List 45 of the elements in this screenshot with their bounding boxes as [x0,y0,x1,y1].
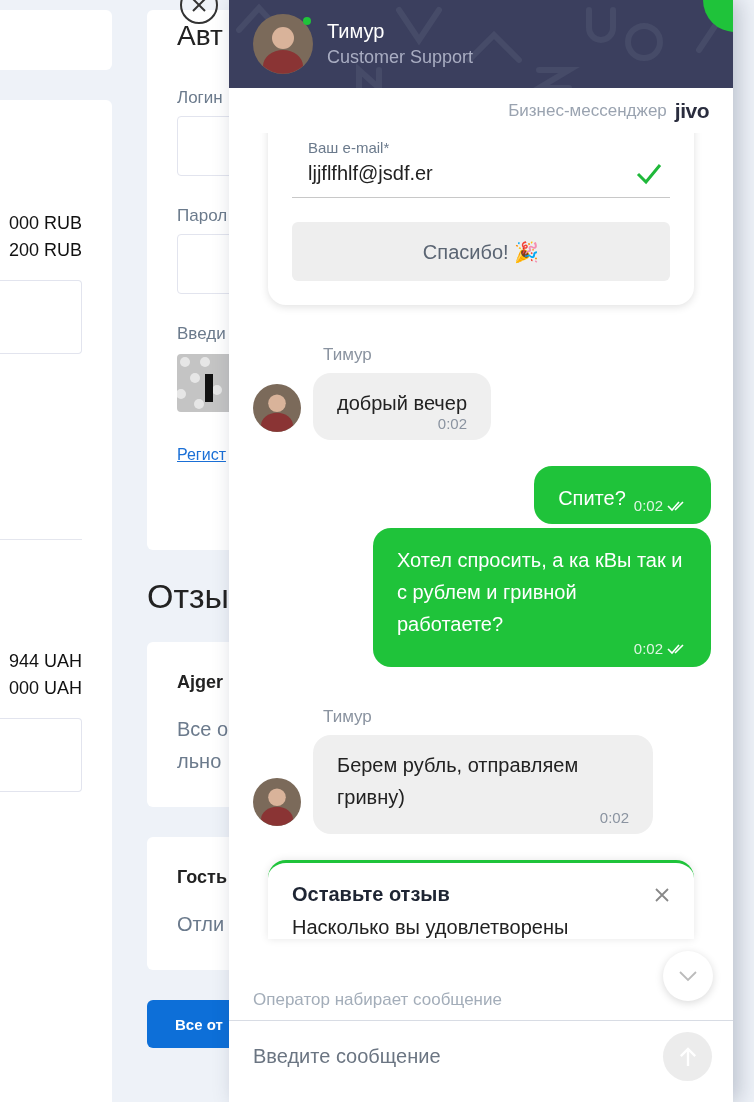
card-title: Авт [177,19,223,53]
email-field[interactable]: Ваш e-mail* ljjflfhlf@jsdf.er [292,139,670,198]
field-label: Введи [177,324,226,344]
review-title: Оставьте отзыв [292,883,450,906]
amount-text: 000 RUB [8,212,82,235]
review-text: Отли [177,912,226,937]
message-time: 0:02 [437,415,467,432]
logo[interactable]: jivo [674,98,709,123]
operator-name: Тимур [327,20,386,43]
field-label: Парол [177,206,228,226]
corner-decoration [703,0,733,34]
all-reviews-button[interactable]: Все от [147,1000,229,1048]
amount-text: 944 UAH [8,650,82,673]
chevron-down-icon [678,970,698,982]
input-field[interactable] [0,280,82,354]
review-author: Ajger [177,672,224,693]
author-name: Тимур [323,707,373,727]
close-icon[interactable] [654,886,670,903]
section-title: Отзы [147,576,229,616]
message-text: Берем рубль, отправляем гривну) [337,753,580,810]
scroll-down-button[interactable] [663,951,713,1001]
avatar [253,14,313,74]
message-text: добрый вечер [337,391,467,416]
input-field[interactable] [0,718,82,792]
avatar [253,384,301,432]
message-text: Хотел спросить, а ка кВы так и с рублем и гривной работаете? [397,548,684,637]
author-name: Тимур [323,345,373,365]
avatar [253,778,301,826]
branding-text: Бизнес-мессенджер [508,100,667,121]
thanks-button[interactable]: Спасибо! 🎉 [292,222,670,281]
typing-status: Оператор набирает сообщение [229,978,733,1021]
field-label: Логин [177,88,223,108]
message-input[interactable]: Введите сообщение [253,1045,653,1068]
message-time: 0:02 [633,497,663,514]
review-question: Насколько вы удовлетворены [292,916,570,939]
review-author: Гость [177,867,228,888]
amount-text: 200 RUB [8,239,82,262]
amount-text: 000 UAH [8,677,82,700]
review-text: льно [177,749,223,774]
review-text: Все о [177,717,229,742]
message-time: 0:02 [599,809,629,826]
operator-role: Customer Support [327,47,474,68]
message-time: 0:02 [633,640,663,657]
message-text: Спите? [558,486,626,511]
register-link[interactable]: Регист [177,446,226,464]
